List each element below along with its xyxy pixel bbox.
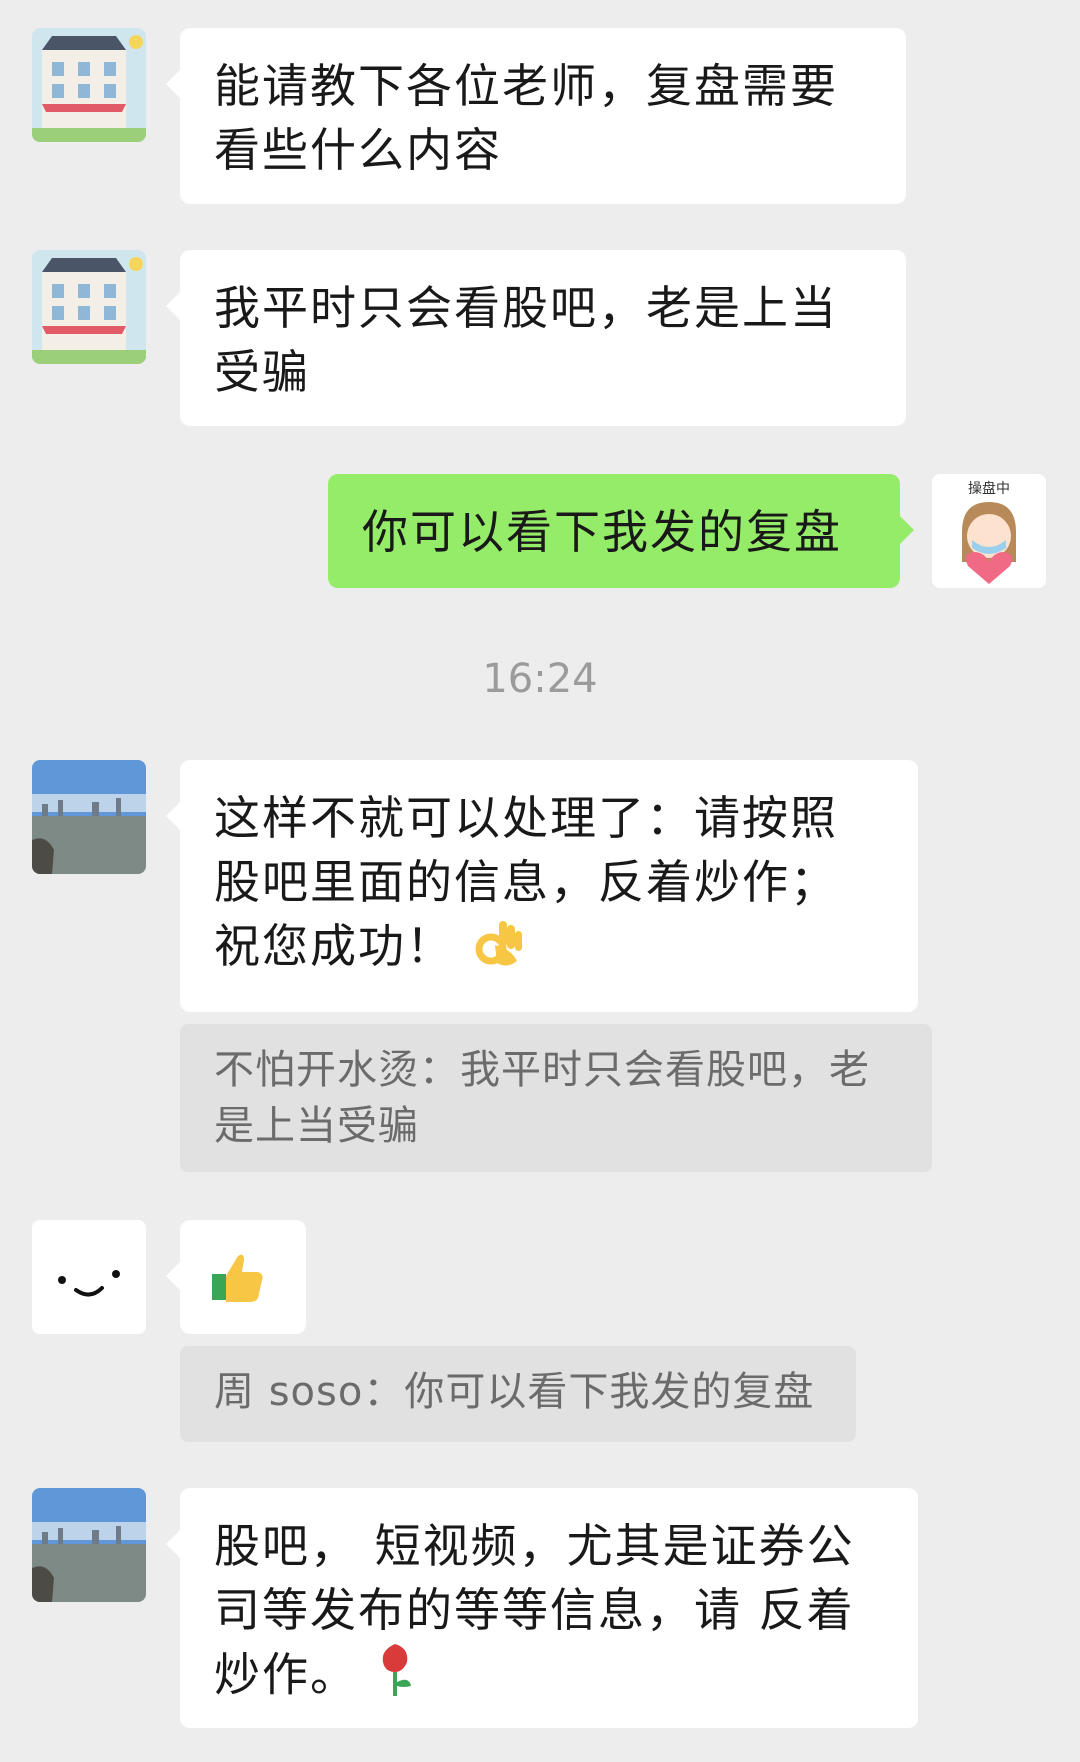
ok-hand-emoji-icon xyxy=(471,915,525,985)
timestamp: 16:24 xyxy=(482,656,598,702)
quote-text: 周 soso：你可以看下我发的复盘 xyxy=(214,1369,815,1415)
message-text: 能请教下各位老师，复盘需要看些什么内容 xyxy=(214,59,838,177)
quoted-reply[interactable]: 周 soso：你可以看下我发的复盘 xyxy=(180,1346,856,1442)
avatar-smile[interactable] xyxy=(32,1220,146,1334)
message-bubble[interactable]: 股吧， 短视频，尤其是证券公司等发布的等等信息，请 反着炒作。 xyxy=(166,1488,918,1728)
avatar-building[interactable] xyxy=(32,250,146,364)
message-bubble[interactable]: 能请教下各位老师，复盘需要看些什么内容 xyxy=(166,28,906,204)
avatar-river-photo[interactable] xyxy=(32,760,146,874)
message-bubble[interactable]: 这样不就可以处理了：请按照股吧里面的信息，反着炒作；祝您成功！ xyxy=(166,760,918,1012)
message-text: 股吧， 短视频，尤其是证券公司等发布的等等信息，请 反着炒作。 xyxy=(214,1519,855,1702)
message-bubble[interactable]: 我平时只会看股吧，老是上当受骗 xyxy=(166,250,906,426)
avatar-river-photo[interactable] xyxy=(32,1488,146,1602)
quoted-reply[interactable]: 不怕开水烫：我平时只会看股吧，老是上当受骗 xyxy=(180,1024,932,1172)
message-bubble[interactable] xyxy=(166,1220,306,1334)
avatar-girl[interactable]: 操盘中 xyxy=(932,474,1046,588)
message-text: 这样不就可以处理了：请按照股吧里面的信息，反着炒作；祝您成功！ xyxy=(214,791,838,973)
message-text: 我平时只会看股吧，老是上当受骗 xyxy=(214,281,838,399)
quote-text: 不怕开水烫：我平时只会看股吧，老是上当受骗 xyxy=(214,1047,870,1149)
message-text: 你可以看下我发的复盘 xyxy=(362,505,842,559)
avatar-building[interactable] xyxy=(32,28,146,142)
message-bubble-outgoing[interactable]: 你可以看下我发的复盘 xyxy=(328,474,914,588)
thumbs-up-emoji-icon xyxy=(210,1248,266,1320)
rose-emoji-icon xyxy=(375,1642,415,1714)
avatar-caption: 操盘中 xyxy=(968,481,1010,497)
